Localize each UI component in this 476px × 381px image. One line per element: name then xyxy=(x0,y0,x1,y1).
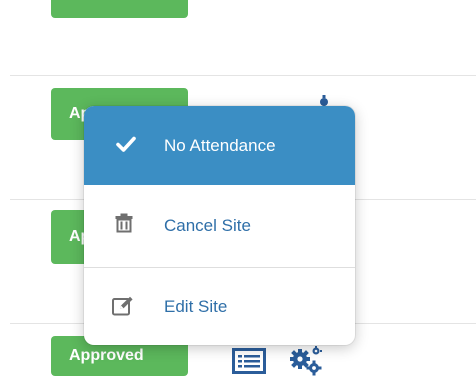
gears-icon[interactable] xyxy=(288,346,324,376)
menu-item-edit-site[interactable]: Edit Site xyxy=(84,268,355,345)
context-menu: No Attendance Cancel Site Edit Site xyxy=(84,106,355,345)
menu-item-no-attendance[interactable]: No Attendance xyxy=(84,106,355,185)
edit-icon xyxy=(112,296,134,316)
menu-item-label: Edit Site xyxy=(164,296,228,316)
menu-item-label: Cancel Site xyxy=(164,216,251,235)
status-badge-label: Approved xyxy=(69,347,144,364)
trash-icon xyxy=(115,213,133,233)
status-badge xyxy=(51,0,188,18)
check-icon xyxy=(116,136,136,152)
menu-item-cancel-site[interactable]: Cancel Site xyxy=(84,185,355,267)
list-icon[interactable] xyxy=(232,348,266,374)
row-actions xyxy=(232,346,324,376)
sites-table: Approved Approved Approved xyxy=(0,0,476,381)
row-divider xyxy=(10,75,476,76)
menu-item-label: No Attendance xyxy=(164,135,276,155)
